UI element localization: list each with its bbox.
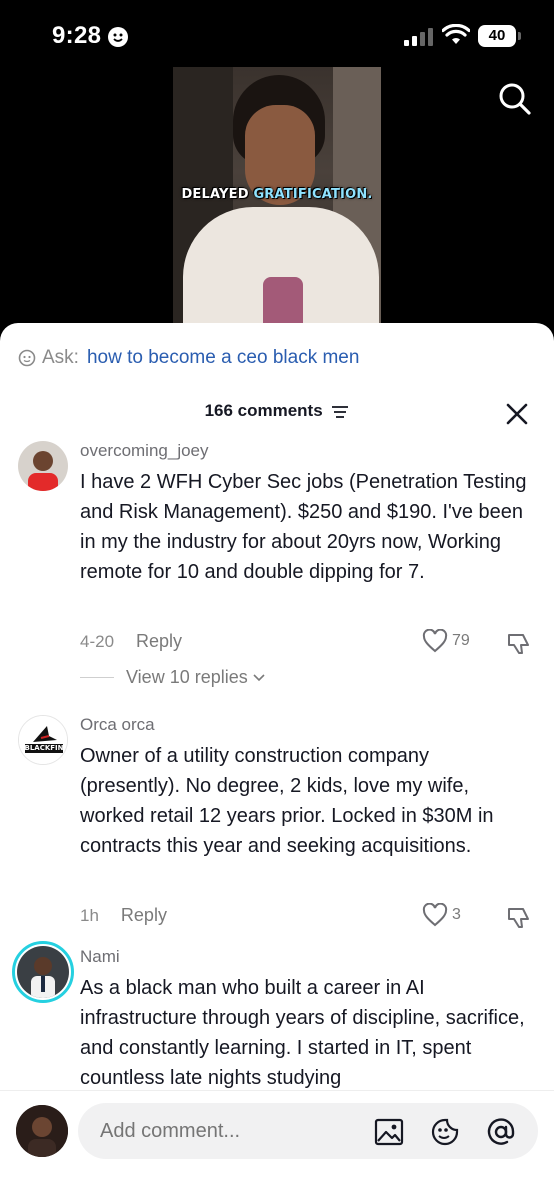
like-button[interactable]: 3: [422, 903, 461, 927]
comment-username[interactable]: Nami: [80, 947, 120, 967]
status-time: 9:28: [52, 22, 102, 49]
video-thumbnail[interactable]: DELAYED GRATIFICATION.: [173, 67, 381, 329]
like-button[interactable]: 79: [422, 629, 470, 653]
video-caption: DELAYED GRATIFICATION.: [173, 187, 381, 202]
view-replies-button[interactable]: View 10 replies: [80, 667, 266, 688]
heart-icon: [422, 629, 448, 653]
comment-item: overcoming_joey I have 2 WFH Cyber Sec j…: [0, 441, 554, 691]
comments-header: 166 comments: [0, 401, 554, 421]
avatar[interactable]: BLACKFIN: [18, 715, 68, 765]
comments-count: 166 comments: [204, 401, 323, 420]
comment-item: Nami As a black man who built a career i…: [0, 941, 554, 1097]
avatar-logo-text: BLACKFIN: [24, 744, 64, 752]
dislike-icon[interactable]: [506, 631, 532, 657]
wifi-icon: [442, 24, 470, 44]
comment-text: Owner of a utility construction company …: [80, 745, 494, 857]
comment-input-bar: [0, 1090, 554, 1199]
comment-date: 1h: [80, 905, 99, 925]
ai-ask-icon: [18, 349, 36, 367]
close-icon[interactable]: [504, 401, 530, 427]
dislike-icon[interactable]: [506, 905, 532, 931]
comment-date: 4-20: [80, 631, 115, 651]
status-bar: 9:28 40: [0, 0, 554, 66]
comment-meta: 4-20 Reply: [80, 631, 182, 652]
comments-sheet: Ask: how to become a ceo black men 166 c…: [0, 323, 554, 1199]
like-count: 79: [452, 632, 470, 649]
emoji-sticker-icon[interactable]: [430, 1117, 460, 1147]
add-comment-input[interactable]: [78, 1103, 538, 1159]
ask-search-suggestion[interactable]: Ask: how to become a ceo black men: [18, 347, 359, 369]
my-avatar[interactable]: [16, 1105, 68, 1157]
comment-text: I have 2 WFH Cyber Sec jobs (Penetration…: [80, 471, 527, 583]
chevron-down-icon: [253, 673, 265, 681]
ask-label: Ask:: [42, 347, 79, 368]
avatar[interactable]: [18, 441, 68, 491]
cellular-signal-icon: [404, 28, 433, 46]
image-icon[interactable]: [374, 1117, 404, 1147]
ask-query-link[interactable]: how to become a ceo black men: [87, 347, 360, 369]
heart-icon: [422, 903, 448, 927]
comment-meta: 1h Reply: [80, 905, 167, 926]
face-smile-icon: [108, 27, 128, 47]
comment-username[interactable]: Orca orca: [80, 715, 155, 735]
battery-indicator: 40: [478, 25, 521, 47]
sort-filter-icon[interactable]: [331, 405, 349, 419]
comment-username[interactable]: overcoming_joey: [80, 441, 209, 461]
search-icon[interactable]: [496, 80, 532, 116]
mention-icon[interactable]: [486, 1117, 516, 1147]
reply-button[interactable]: Reply: [136, 631, 182, 652]
comment-item: BLACKFIN Orca orca Owner of a utility co…: [0, 715, 554, 935]
caption-word-1: DELAYED: [181, 187, 249, 202]
caption-word-2: GRATIFICATION.: [253, 187, 373, 202]
view-replies-label: View 10 replies: [126, 667, 248, 687]
reply-button[interactable]: Reply: [121, 905, 167, 926]
avatar[interactable]: [12, 941, 74, 1003]
comment-text: As a black man who built a career in AI …: [80, 977, 525, 1089]
like-count: 3: [452, 906, 461, 923]
